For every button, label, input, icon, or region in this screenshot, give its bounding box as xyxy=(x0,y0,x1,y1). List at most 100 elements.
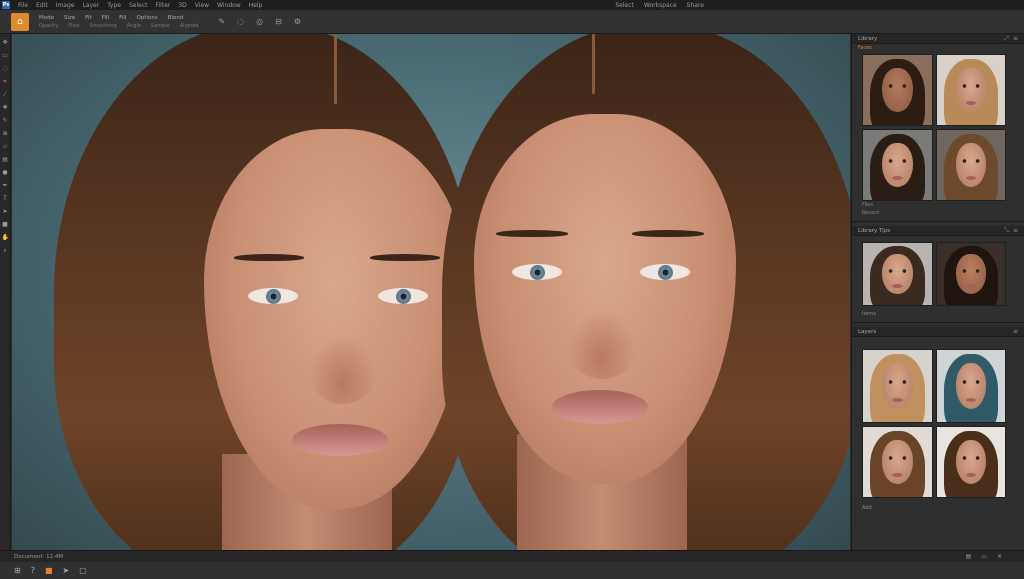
menu-image[interactable]: Image xyxy=(56,2,75,9)
menu-right-share[interactable]: Share xyxy=(687,2,704,9)
footer-add[interactable]: Add xyxy=(862,505,872,511)
grid-icon[interactable]: ⊞ xyxy=(14,566,21,575)
face-thumbnail[interactable] xyxy=(936,54,1006,126)
heal-tool-icon[interactable]: ✚ xyxy=(2,105,9,111)
option-aligned[interactable]: Aligned xyxy=(180,23,199,29)
option-mode[interactable]: Mode xyxy=(39,15,54,21)
footer-files[interactable]: Files xyxy=(862,202,873,208)
face-thumbnail[interactable] xyxy=(936,426,1006,498)
face-thumbnail[interactable] xyxy=(862,54,933,126)
zoom-tool-icon[interactable]: ⌕ xyxy=(2,248,9,254)
left-portrait-part xyxy=(334,34,337,104)
gear-icon[interactable]: ⚙ xyxy=(294,17,301,26)
brush-icon[interactable]: ✎ xyxy=(218,17,225,26)
dodge-tool-icon[interactable]: ● xyxy=(2,170,9,176)
menu-icon-2[interactable]: ≡ xyxy=(1013,227,1018,235)
expand-icon[interactable]: ⤢ xyxy=(1004,35,1009,43)
collapse-icon[interactable]: ⤡ xyxy=(1004,227,1009,235)
option-size[interactable]: Size xyxy=(64,15,75,21)
clone-tool-icon[interactable]: ⊕ xyxy=(2,131,9,137)
hand-tool-icon[interactable]: ✋ xyxy=(2,235,9,241)
option-opacity[interactable]: Opacity xyxy=(39,23,58,29)
panel-divider-2 xyxy=(852,322,1024,323)
trash-icon[interactable]: ✕ xyxy=(997,553,1002,560)
option-flow[interactable]: Flow xyxy=(68,23,79,29)
face-thumbnail[interactable] xyxy=(862,242,933,306)
option-sample[interactable]: Sample xyxy=(151,23,170,29)
home-button[interactable]: ⌂ xyxy=(11,12,29,31)
app-logo[interactable]: Ps xyxy=(2,1,10,9)
options-icons: ✎ ◌ ◎ ⊟ ⚙ xyxy=(218,17,301,26)
panel-header-tips: Library Tips ⤡ ≡ xyxy=(852,226,1024,236)
menu-view[interactable]: View xyxy=(195,2,209,9)
menu-window[interactable]: Window xyxy=(217,2,241,9)
menu-icon-3[interactable]: ≡ xyxy=(1013,328,1018,335)
option-fill[interactable]: Fill xyxy=(102,15,109,21)
layers-icon[interactable]: ▤ xyxy=(966,553,972,560)
document-canvas[interactable] xyxy=(12,34,850,550)
face-thumbnail[interactable] xyxy=(862,129,933,201)
shape-tool-icon[interactable]: ■ xyxy=(2,222,9,228)
align-icon[interactable]: ⊟ xyxy=(275,17,282,26)
pen-tool-icon[interactable]: ✒ xyxy=(2,183,9,189)
cursor-icon[interactable]: ➤ xyxy=(63,566,70,575)
right-portrait-nose xyxy=(567,309,637,379)
option-blend[interactable]: Blend xyxy=(168,15,184,21)
face-thumbnail[interactable] xyxy=(862,349,933,423)
section-1-footer-2: Recent xyxy=(852,209,1024,217)
options-row-2: Opacity Flow Smoothing Angle Sample Alig… xyxy=(39,23,198,29)
right-portrait-brow-right xyxy=(632,230,704,237)
left-portrait-nose xyxy=(308,334,378,404)
option-angle[interactable]: Angle xyxy=(127,23,141,29)
footer-recent[interactable]: Recent xyxy=(862,210,879,216)
status-bar: Document: 12.4M ▤ ▭ ✕ xyxy=(0,550,1024,562)
menu-right-select[interactable]: Select xyxy=(615,2,634,9)
frame-icon[interactable]: ▢ xyxy=(79,566,87,575)
crop-tool-icon[interactable]: ⌗ xyxy=(2,79,9,85)
document-canvas-area xyxy=(12,34,850,550)
left-portrait-eye-left xyxy=(248,288,298,304)
option-smoothing[interactable]: Smoothing xyxy=(90,23,117,29)
target-icon[interactable]: ◎ xyxy=(256,17,263,26)
panel-header-layers: Layers ≡ xyxy=(852,327,1024,337)
option-options[interactable]: Options xyxy=(136,15,157,21)
home-icon[interactable]: ■ xyxy=(45,566,53,575)
eyedropper-tool-icon[interactable]: ⁄ xyxy=(2,92,9,98)
face-thumbnail[interactable] xyxy=(862,426,933,498)
move-tool-icon[interactable]: ✥ xyxy=(2,40,9,46)
menu-type[interactable]: Type xyxy=(107,2,121,9)
menu-help[interactable]: Help xyxy=(249,2,263,9)
option-fill-2[interactable]: Fill xyxy=(119,15,126,21)
marquee-tool-icon[interactable]: ▭ xyxy=(2,53,9,59)
library-panel: Library ⤢ ≡ Faces Files Recent Library T… xyxy=(851,34,1024,550)
type-tool-icon[interactable]: T xyxy=(2,196,9,202)
path-tool-icon[interactable]: ➤ xyxy=(2,209,9,215)
panel-controls-3: ≡ xyxy=(1013,328,1018,335)
right-portrait-brow-left xyxy=(496,230,568,237)
folder-icon[interactable]: ▭ xyxy=(981,553,987,560)
face-thumbnail[interactable] xyxy=(936,129,1006,201)
help-icon[interactable]: ? xyxy=(31,566,35,575)
menu-select[interactable]: Select xyxy=(129,2,148,9)
tips-grid xyxy=(852,236,1024,306)
brush-tool-icon[interactable]: ✎ xyxy=(2,118,9,124)
home-icon: ⌂ xyxy=(17,16,23,27)
menu-icon[interactable]: ≡ xyxy=(1013,35,1018,43)
option-fit[interactable]: Fit xyxy=(85,15,91,21)
menu-filter[interactable]: Filter xyxy=(156,2,171,9)
footer-items[interactable]: Items xyxy=(862,311,876,317)
panel-controls-2: ⤡ ≡ xyxy=(1004,227,1018,235)
menu-3d[interactable]: 3D xyxy=(178,2,186,9)
gradient-tool-icon[interactable]: ▤ xyxy=(2,157,9,163)
face-thumbnail[interactable] xyxy=(936,349,1006,423)
right-portrait-part xyxy=(592,34,595,94)
menu-right-workspace[interactable]: Workspace xyxy=(644,2,677,9)
menu-file[interactable]: File xyxy=(18,2,28,9)
eraser-tool-icon[interactable]: ▱ xyxy=(2,144,9,150)
face-thumbnail[interactable] xyxy=(936,242,1006,306)
menu-layer[interactable]: Layer xyxy=(82,2,99,9)
lasso-tool-icon[interactable]: ◌ xyxy=(2,66,9,72)
menu-edit[interactable]: Edit xyxy=(36,2,48,9)
section-3-footer: Add xyxy=(852,504,1024,512)
lasso-icon[interactable]: ◌ xyxy=(237,17,244,26)
